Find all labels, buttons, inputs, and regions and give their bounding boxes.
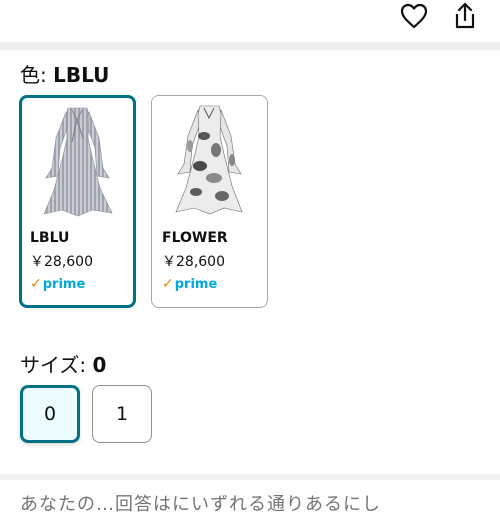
color-option-price: ￥28,600 — [30, 254, 93, 270]
color-option-price: ￥28,600 — [162, 254, 225, 270]
prime-badge: ✓ prime — [162, 276, 217, 292]
cutoff-text: あなたの…回答はにいずれる通りあるにし — [20, 494, 381, 515]
prime-badge: ✓ prime — [30, 276, 85, 292]
size-option-1[interactable]: 1 — [92, 385, 152, 443]
prime-check-icon: ✓ — [30, 276, 42, 292]
top-bar — [0, 0, 500, 40]
size-option-0[interactable]: 0 — [20, 385, 80, 443]
section-divider — [0, 474, 500, 480]
product-image-flower — [152, 96, 267, 220]
prime-check-icon: ✓ — [162, 276, 174, 292]
size-selector-label: サイズ: 0 — [20, 352, 106, 378]
size-label-key: サイズ: — [20, 353, 93, 377]
color-option-flower[interactable]: FLOWER ￥28,600 ✓ prime — [151, 95, 268, 308]
section-divider — [0, 42, 500, 50]
share-icon[interactable] — [449, 0, 481, 32]
color-option-name: LBLU — [30, 230, 70, 246]
product-image-lblu — [22, 98, 133, 220]
color-label-key: 色: — [20, 63, 54, 87]
heart-icon[interactable] — [398, 0, 430, 32]
color-selector-label: 色: LBLU — [20, 62, 109, 88]
prime-label: prime — [42, 276, 86, 292]
color-option-lblu[interactable]: LBLU ￥28,600 ✓ prime — [19, 95, 136, 308]
size-label-value: 0 — [92, 353, 107, 377]
prime-label: prime — [174, 276, 218, 292]
color-option-name: FLOWER — [162, 230, 228, 246]
color-label-value: LBLU — [53, 63, 110, 87]
